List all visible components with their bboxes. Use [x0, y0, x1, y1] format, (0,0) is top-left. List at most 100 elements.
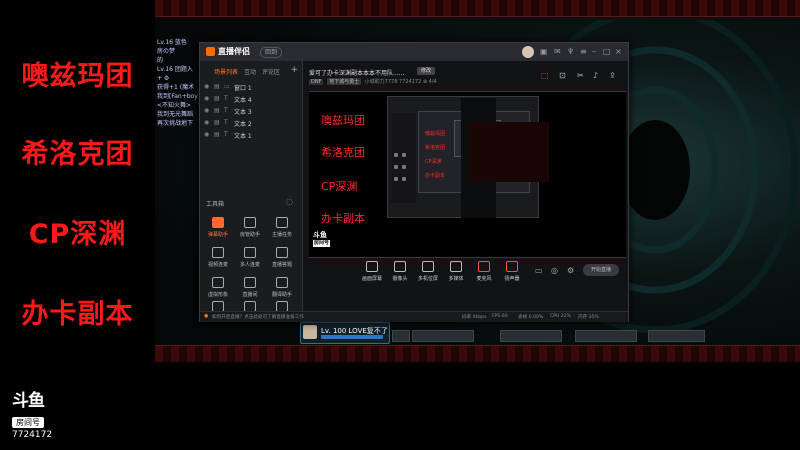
main-area: 爱可了办卡深渊副本本本不用队...... 修改 DNF 地下城与勇士 小城助力7… [303, 61, 628, 311]
tool-game[interactable] [234, 301, 266, 312]
people-icon [244, 247, 256, 258]
eye-icon[interactable]: ◉ [204, 95, 209, 102]
version-button[interactable]: 回到 [260, 47, 283, 58]
preview-label-4: 办卡副本 [321, 212, 365, 225]
streaming-app-window: 直播伴侣 回到 ▣ ✉ ♆ ≡ – □ × 场景列表 互动 评论区 + ◉ ▤ ▭ 窗… [199, 42, 629, 322]
scene-item[interactable]: ◉ ▤ T 文本 1 [204, 131, 294, 141]
nested-dot [402, 165, 406, 169]
tab-comments[interactable]: 评论区 [262, 67, 280, 76]
lock-icon[interactable]: ▤ [214, 131, 220, 138]
lock-icon[interactable]: ▤ [214, 83, 220, 90]
lock-icon[interactable]: ▤ [214, 95, 220, 102]
edit-title-button[interactable]: 修改 [417, 67, 436, 75]
lock-icon[interactable]: ▤ [214, 119, 220, 126]
share-icon[interactable]: ⇪ [609, 71, 616, 80]
nested-sidebar [390, 113, 416, 203]
chat-line: + ⚙ [157, 75, 170, 82]
scene-item[interactable]: ◉ ▤ T 文本 3 [204, 107, 294, 117]
eye-icon[interactable]: ◉ [204, 131, 209, 138]
user-avatar[interactable] [522, 46, 534, 58]
tool-video-link[interactable]: 视频连麦 [202, 247, 234, 273]
scene-bottom-border [155, 345, 800, 362]
chat-line: 我到无光舞蹈 [157, 111, 194, 118]
mail-icon[interactable]: ✉ [554, 47, 561, 57]
preview-label-1: 噢兹玛团 [321, 114, 365, 127]
tool-admin[interactable]: 房管助手 [234, 217, 266, 243]
tool-multi-link[interactable]: 多人连麦 [234, 247, 266, 273]
scene-item-label: 文本 3 [234, 109, 252, 116]
overlay-label-2: 希洛克团 [21, 139, 134, 170]
app-logo-icon [206, 47, 215, 56]
nested-label: 办卡副本 [425, 173, 446, 179]
preview-logo-mark: 斗鱼 [313, 231, 327, 239]
task-icon [276, 217, 288, 228]
stream-preview[interactable]: 噢兹玛团 希洛克团 CP深渊 办卡副本 斗鱼 房间号 噢兹玛团 希洛克团 CP深… [309, 91, 626, 258]
maximize-icon[interactable]: □ [603, 47, 611, 57]
add-scene-icon[interactable]: + [290, 65, 298, 75]
screens-icon [422, 261, 434, 272]
screenshot-icon[interactable]: ⊡ [559, 71, 566, 80]
tool-avatar[interactable]: 虚拟形象 [202, 277, 234, 303]
overlay-label-4: 办卡副本 [21, 299, 134, 330]
tool-danmu[interactable]: 弹幕助手 [202, 217, 234, 243]
scene-item-label: 文本 1 [234, 133, 252, 140]
translate-icon [276, 277, 288, 288]
tool-label: 主播任务 [271, 232, 292, 238]
tool-tasks[interactable]: 主播任务 [266, 217, 298, 243]
settings-icon[interactable]: ⚙ [567, 266, 574, 275]
douyu-logo-mark: 斗鱼 [12, 391, 45, 411]
status-bar: ● 如何开启直播？点击此处可了解直播准备工作 码率 0kbps FPS 60 丢… [200, 311, 628, 322]
shirt-icon[interactable]: ♆ [567, 47, 574, 57]
chat-line: <不知火舞> [157, 102, 192, 109]
minimize-icon[interactable]: – [592, 47, 596, 57]
tab-scene-list[interactable]: 场景列表 [214, 67, 238, 76]
nested-label: 希洛克团 [425, 145, 446, 151]
gift-icon[interactable]: ▣ [540, 47, 548, 57]
tool-quiz[interactable]: 直播答题 [266, 247, 298, 273]
speaker-icon [506, 261, 518, 272]
nested-dot [394, 165, 398, 169]
record-video-icon[interactable]: ▭ [535, 266, 543, 275]
control-label: 扬声器 [504, 276, 520, 282]
camera-icon [394, 261, 406, 272]
toolbox-settings-icon[interactable]: ◌ [286, 197, 293, 206]
tool-gift-fx[interactable] [202, 301, 234, 312]
preview-toggle-icon[interactable]: ◎ [551, 266, 558, 275]
tool-more[interactable] [266, 301, 298, 312]
chat-line: Lv.16 团题入 [157, 66, 193, 73]
skill-slot [412, 330, 474, 342]
scene-item[interactable]: ◉ ▤ ▭ 窗口 1 [204, 83, 294, 93]
tool-label: 虚拟形象 [207, 292, 228, 298]
speaker-button[interactable]: 扬声器 [495, 261, 529, 282]
eye-icon[interactable]: ◉ [204, 119, 209, 126]
tool-label: 多人连麦 [239, 262, 260, 268]
monitor-icon [366, 261, 378, 272]
character-avatar [303, 325, 317, 339]
eye-icon[interactable]: ◉ [204, 83, 209, 90]
scene-item[interactable]: ◉ ▤ T 文本 4 [204, 95, 294, 105]
scene-item-label: 窗口 1 [234, 85, 252, 92]
tool-room[interactable]: 直播间 [234, 277, 266, 303]
tab-interaction[interactable]: 互动 [244, 67, 256, 76]
record-icon[interactable]: ⬚ [541, 71, 549, 80]
eye-icon[interactable]: ◉ [204, 107, 209, 114]
scene-item[interactable]: ◉ ▤ T 文本 2 [204, 119, 294, 129]
close-icon[interactable]: × [615, 47, 622, 57]
status-bitrate: 码率 0kbps [462, 315, 487, 320]
video-icon [212, 247, 224, 258]
stream-overlay-panel: 噢兹玛团 希洛克团 CP深渊 办卡副本 斗鱼 房间号 7724172 [0, 0, 155, 450]
app-sidebar: 场景列表 互动 评论区 + ◉ ▤ ▭ 窗口 1 ◉ ▤ T 文本 4 ◉ ▤ T 文本 3 ◉ ▤… [200, 61, 303, 312]
person-icon [244, 217, 256, 228]
bell-icon[interactable]: ♪ [593, 71, 598, 80]
lock-icon[interactable]: ▤ [214, 107, 220, 114]
status-hint[interactable]: 如何开启直播？点击此处可了解直播准备工作 [212, 314, 304, 320]
menu-icon[interactable]: ≡ [580, 47, 587, 57]
chat-icon [212, 217, 224, 228]
tool-translate[interactable]: 翻译助手 [266, 277, 298, 303]
clip-icon[interactable]: ✂ [577, 71, 584, 80]
quiz-icon [276, 247, 288, 258]
chat-line: 再次挑战地下 [157, 120, 194, 127]
start-live-button[interactable]: 开始直播 [583, 264, 619, 276]
title-bar: 直播伴侣 回到 ▣ ✉ ♆ ≡ – □ × [200, 43, 628, 61]
play-icon [450, 261, 462, 272]
